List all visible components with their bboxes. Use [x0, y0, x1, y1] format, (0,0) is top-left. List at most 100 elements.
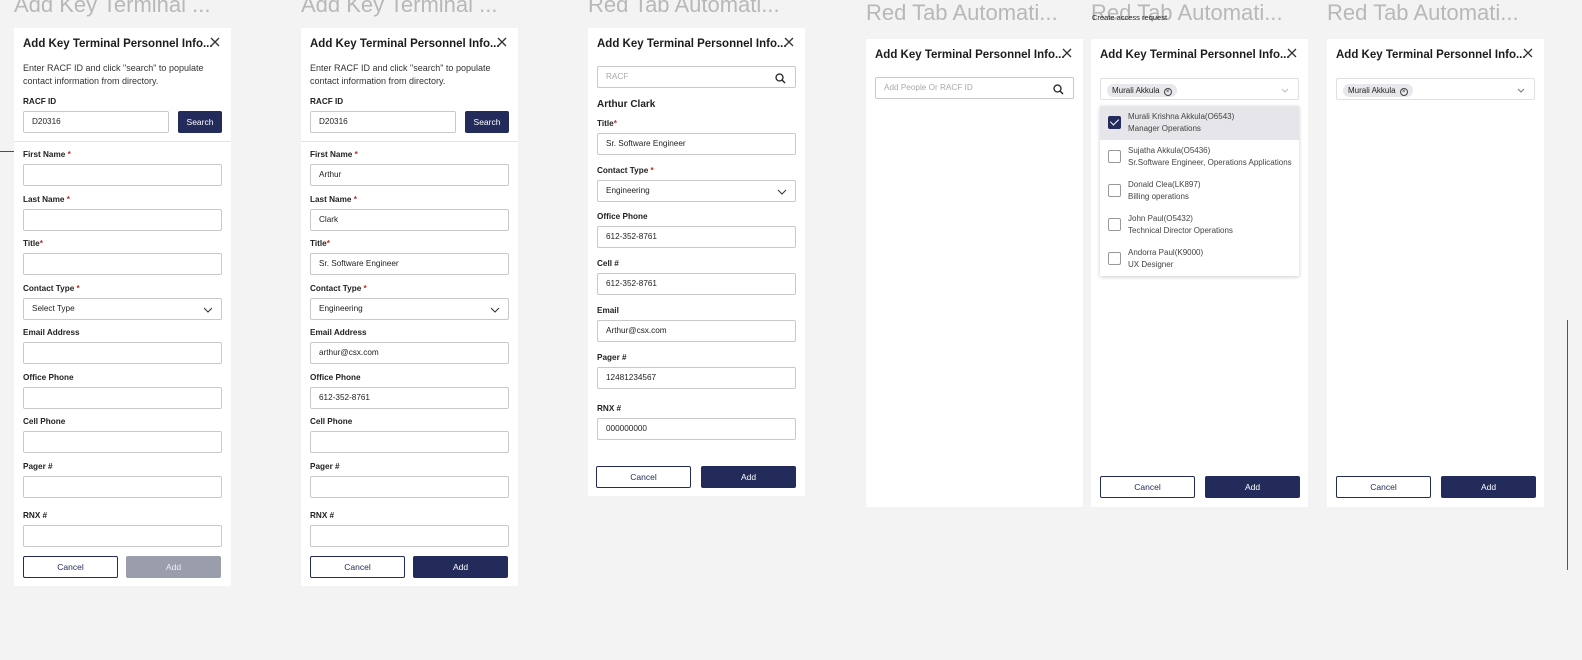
contact-type-label: Contact Type *: [23, 284, 80, 293]
add-button[interactable]: Add: [1441, 476, 1536, 498]
add-button[interactable]: Add: [701, 466, 796, 488]
people-multiselect[interactable]: Murali Akkula ×: [1336, 78, 1535, 100]
close-icon[interactable]: [1287, 48, 1297, 58]
dropdown-option[interactable]: Sujatha Akkula(O5436) Sr.Software Engine…: [1100, 140, 1299, 174]
checkbox-icon[interactable]: [1108, 116, 1121, 129]
cancel-button[interactable]: Cancel: [1100, 476, 1195, 498]
first-name-field[interactable]: Arthur: [310, 164, 509, 186]
dropdown-option[interactable]: Andorra Paul(K9000) UX Designer: [1100, 242, 1299, 276]
cancel-button[interactable]: Cancel: [596, 466, 691, 488]
office-phone-field[interactable]: [23, 387, 222, 409]
pager-field[interactable]: 12481234567: [597, 367, 796, 389]
close-icon[interactable]: [497, 37, 507, 47]
office-phone-label: Office Phone: [310, 373, 361, 382]
frame-title: Add Key Terminal ...: [14, 0, 211, 17]
panel-title: Add Key Terminal Personnel Info...: [310, 38, 500, 50]
racf-id-input[interactable]: D20316: [23, 111, 169, 133]
email-address-label: Email Address: [310, 328, 367, 337]
checkbox-icon[interactable]: [1108, 218, 1121, 231]
add-button[interactable]: Add: [413, 556, 508, 578]
email-address-field[interactable]: [23, 342, 222, 364]
panel-title: Add Key Terminal Personnel Info...: [875, 49, 1065, 61]
close-icon[interactable]: [1062, 48, 1072, 58]
close-icon[interactable]: [784, 37, 794, 47]
title-field[interactable]: [23, 253, 222, 275]
rnx-field[interactable]: [23, 525, 222, 547]
chevron-down-icon: [1280, 83, 1290, 99]
pager-label: Pager #: [23, 462, 53, 471]
rnx-label: RNX #: [23, 511, 48, 520]
contact-type-select[interactable]: Select Type: [23, 298, 222, 320]
people-search-input[interactable]: Add People Or RACF ID: [875, 77, 1074, 99]
cancel-button[interactable]: Cancel: [1336, 476, 1431, 498]
panel-title: Add Key Terminal Personnel Info...: [1336, 49, 1526, 61]
rnx-field[interactable]: [310, 525, 509, 547]
racf-search-input[interactable]: RACF: [597, 66, 796, 88]
people-dropdown: Murali Krishna Akkula(O6543) Manager Ope…: [1100, 106, 1299, 276]
pager-field[interactable]: [23, 476, 222, 498]
personnel-form-panel: Add Key Terminal Personnel Info... RACF …: [588, 28, 805, 496]
dropdown-option[interactable]: Donald Clea(LK897) Billing operations: [1100, 174, 1299, 208]
email-field[interactable]: Arthur@csx.com: [597, 320, 796, 342]
add-button[interactable]: Add: [126, 556, 221, 578]
cell-phone-label: Cell Phone: [310, 417, 353, 426]
rnx-field[interactable]: 000000000: [597, 418, 796, 440]
email-address-field[interactable]: arthur@csx.com: [310, 342, 509, 364]
cancel-button[interactable]: Cancel: [23, 556, 118, 578]
personnel-form-panel: Add Key Terminal Personnel Info... Enter…: [14, 28, 231, 586]
racf-id-input[interactable]: D20316: [310, 111, 456, 133]
close-icon[interactable]: [1523, 48, 1533, 58]
title-field[interactable]: Sr. Software Engineer: [597, 133, 796, 155]
scrollbar[interactable]: [1567, 320, 1568, 570]
cancel-button[interactable]: Cancel: [310, 556, 405, 578]
checkbox-icon[interactable]: [1108, 150, 1121, 163]
add-button[interactable]: Add: [1205, 476, 1300, 498]
panel-title: Add Key Terminal Personnel Info...: [1100, 49, 1290, 61]
pager-field[interactable]: [310, 476, 509, 498]
remove-chip-icon[interactable]: ×: [1399, 88, 1408, 96]
checkbox-icon[interactable]: [1108, 252, 1121, 265]
frame-title: Red Tab Automati...: [866, 0, 1058, 25]
help-text: Enter RACF ID and click "search" to popu…: [23, 63, 204, 86]
dropdown-option[interactable]: Murali Krishna Akkula(O6543) Manager Ope…: [1100, 106, 1299, 140]
close-icon[interactable]: [210, 37, 220, 47]
office-phone-field[interactable]: 612-352-8761: [310, 387, 509, 409]
panel-title: Add Key Terminal Personnel Info...: [23, 38, 213, 50]
search-button[interactable]: Search: [465, 111, 509, 133]
remove-chip-icon[interactable]: ×: [1163, 88, 1172, 96]
cell-field[interactable]: 612-352-8761: [597, 273, 796, 295]
option-name: Donald Clea(LK897): [1128, 180, 1201, 189]
contact-type-select[interactable]: Engineering: [310, 298, 509, 320]
first-name-label: First Name *: [310, 150, 358, 159]
chevron-down-icon: [490, 303, 500, 319]
panel-title: Add Key Terminal Personnel Info...: [597, 38, 787, 50]
office-phone-field[interactable]: 612-352-8761: [597, 226, 796, 248]
add-people-panel: Add Key Terminal Personnel Info... Mural…: [1327, 39, 1544, 507]
personnel-form-panel: Add Key Terminal Personnel Info... Enter…: [301, 28, 518, 586]
pager-label: Pager #: [310, 462, 340, 471]
cell-phone-field[interactable]: [23, 431, 222, 453]
edge-line: [0, 151, 14, 152]
first-name-field[interactable]: [23, 164, 222, 186]
last-name-label: Last Name *: [310, 195, 357, 204]
option-name: Andorra Paul(K9000): [1128, 248, 1204, 257]
cell-phone-field[interactable]: [310, 431, 509, 453]
people-multiselect[interactable]: Murali Akkula ×: [1100, 78, 1299, 100]
option-role: UX Designer: [1128, 260, 1174, 269]
last-name-field[interactable]: Clark: [310, 209, 509, 231]
last-name-field[interactable]: [23, 209, 222, 231]
frame-title: Add Key Terminal ...: [301, 0, 498, 17]
racf-id-label: RACF ID: [23, 97, 57, 106]
add-people-panel: Add Key Terminal Personnel Info... Add P…: [866, 39, 1083, 507]
search-button[interactable]: Search: [178, 111, 222, 133]
chevron-down-icon: [203, 303, 213, 319]
dropdown-option[interactable]: John Paul(O5432) Technical Director Oper…: [1100, 208, 1299, 242]
contact-type-select[interactable]: Engineering: [597, 180, 796, 202]
office-phone-label: Office Phone: [23, 373, 74, 382]
last-name-label: Last Name *: [23, 195, 70, 204]
title-field[interactable]: Sr. Software Engineer: [310, 253, 509, 275]
search-icon[interactable]: [775, 72, 786, 87]
search-icon[interactable]: [1053, 83, 1064, 98]
checkbox-icon[interactable]: [1108, 184, 1121, 197]
option-name: John Paul(O5432): [1128, 214, 1193, 223]
